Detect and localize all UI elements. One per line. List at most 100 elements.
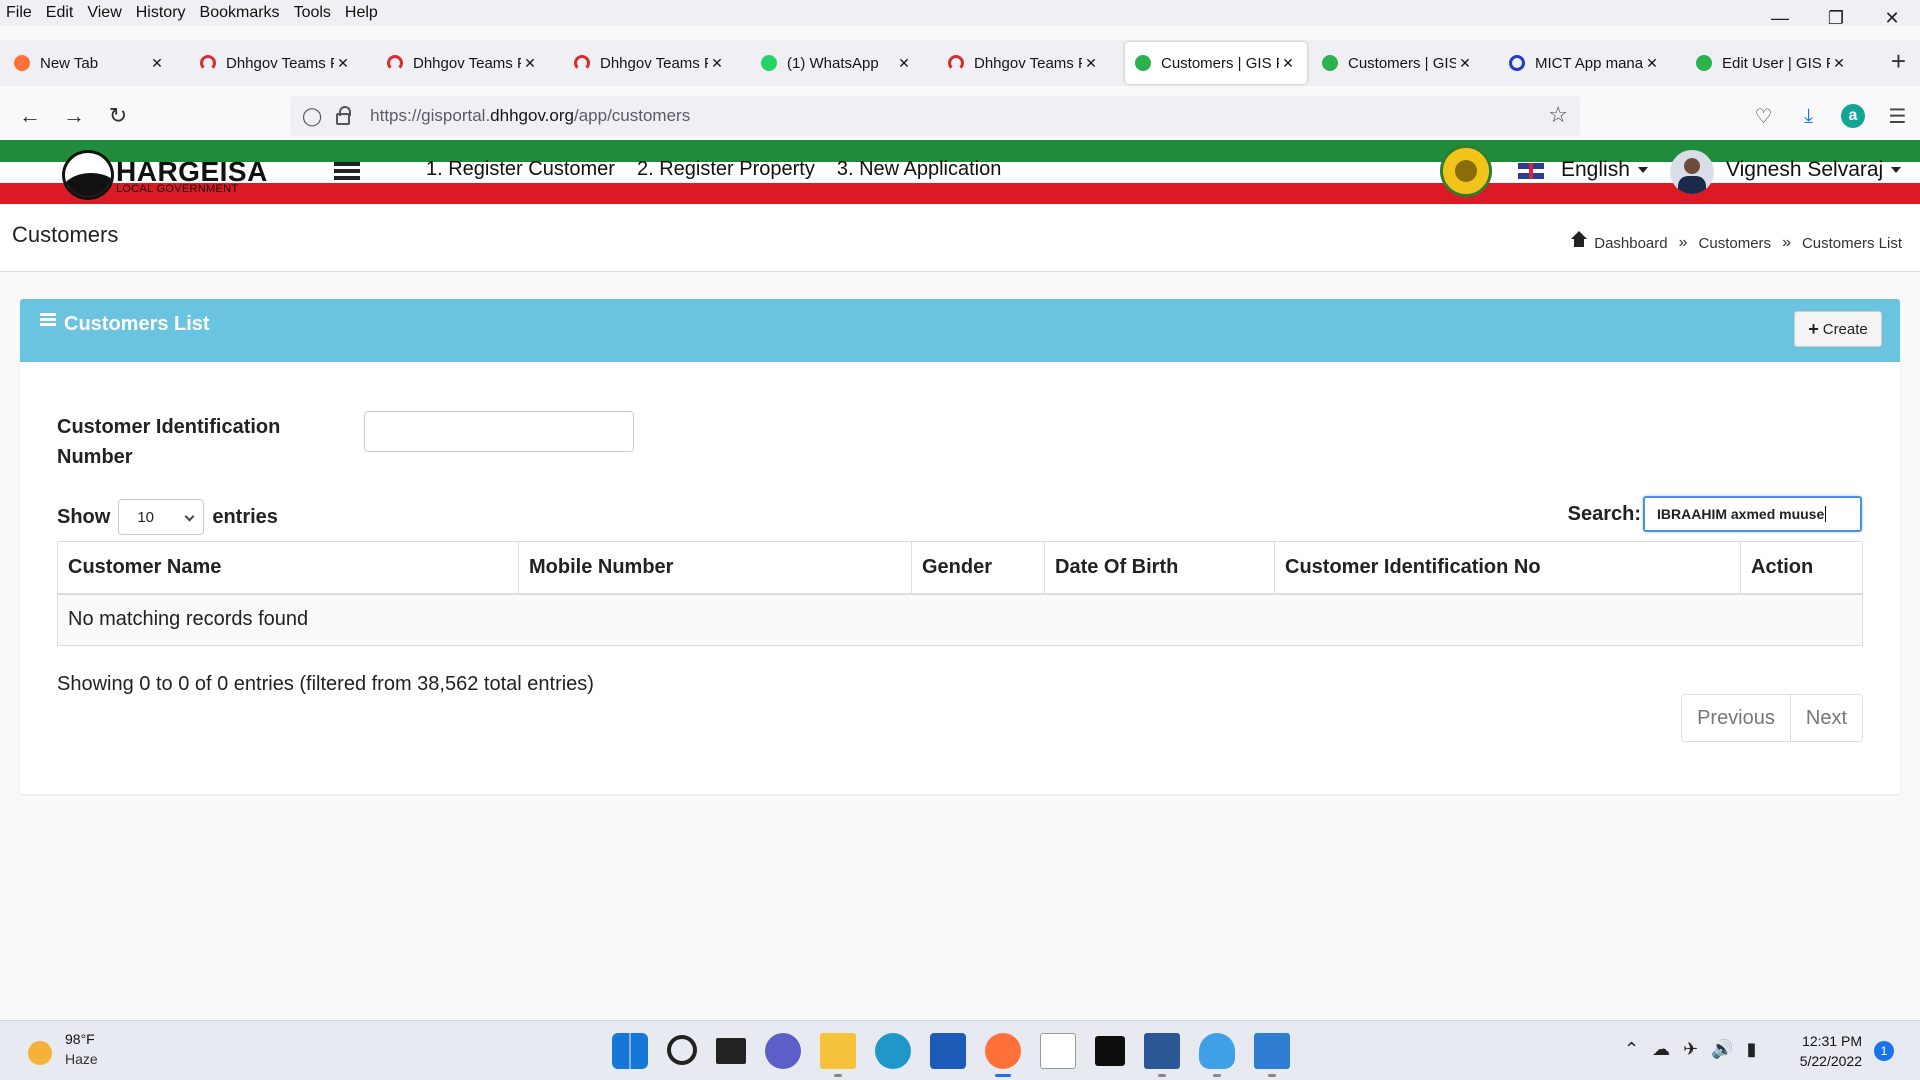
user-menu[interactable]: Vignesh Selvaraj: [1726, 158, 1902, 182]
battery-icon[interactable]: ▮: [1747, 1039, 1757, 1060]
page-title: Customers: [12, 222, 119, 247]
forward-icon[interactable]: →: [52, 96, 96, 136]
col-customer-id-no[interactable]: Customer Identification No: [1274, 541, 1741, 595]
menu-help[interactable]: Help: [345, 4, 378, 22]
weather-description[interactable]: Haze: [65, 1051, 98, 1067]
close-icon[interactable]: ✕: [334, 55, 352, 72]
entries-length: Show 10 entries: [57, 499, 278, 535]
col-gender[interactable]: Gender: [911, 541, 1045, 595]
table-info: Showing 0 to 0 of 0 entries (filtered fr…: [57, 673, 594, 695]
nav-register-customer[interactable]: 1. Register Customer: [426, 158, 615, 181]
airplane-icon[interactable]: ✈: [1683, 1039, 1698, 1060]
edge-icon[interactable]: [875, 1033, 911, 1069]
tab-customers[interactable]: Customers | GIS P ✕: [1312, 42, 1484, 84]
tab-new-tab[interactable]: New Tab ✕: [4, 42, 176, 84]
clock[interactable]: 12:31 PM 5/22/2022: [1790, 1031, 1862, 1071]
panel-header: Customers List + Create: [20, 299, 1900, 362]
url-path: /app/customers: [573, 106, 691, 125]
shield-icon[interactable]: ◯: [302, 106, 322, 127]
store-icon[interactable]: [930, 1033, 966, 1069]
create-button[interactable]: + Create: [1794, 311, 1882, 347]
empty-message: No matching records found: [57, 593, 1863, 646]
previous-button[interactable]: Previous: [1682, 695, 1790, 741]
account-icon[interactable]: a: [1841, 104, 1865, 128]
tab-dhhgov-teams[interactable]: Dhhgov Teams Po ✕: [377, 42, 549, 84]
close-icon[interactable]: ✕: [1456, 55, 1474, 72]
app-menu-icon[interactable]: ☰: [1875, 104, 1920, 129]
close-icon[interactable]: ✕: [708, 55, 726, 72]
next-button[interactable]: Next: [1789, 695, 1862, 741]
tab-dhhgov-teams[interactable]: Dhhgov Teams Po ✕: [190, 42, 362, 84]
new-tab-icon[interactable]: +: [1891, 46, 1906, 77]
tab-dhhgov-teams[interactable]: Dhhgov Teams Po ✕: [938, 42, 1110, 84]
lock-icon[interactable]: [336, 106, 352, 125]
close-icon[interactable]: ✕: [895, 55, 913, 72]
url-bar[interactable]: ◯ https://gisportal. dhhgov.org/app/custo…: [290, 96, 1580, 136]
notification-badge[interactable]: 1: [1874, 1041, 1894, 1061]
page-size-select[interactable]: 10: [118, 499, 205, 535]
close-icon[interactable]: ✕: [1279, 55, 1297, 72]
weather-temperature[interactable]: 98°F: [65, 1031, 95, 1047]
col-customer-name[interactable]: Customer Name: [57, 541, 519, 595]
nav-register-property[interactable]: 2. Register Property: [637, 158, 815, 181]
windows-start-icon[interactable]: [612, 1033, 648, 1069]
customer-id-input[interactable]: [364, 411, 634, 452]
download-icon[interactable]: ⤓: [1786, 105, 1831, 128]
customer-id-label: Customer Identification Number: [57, 416, 281, 468]
col-mobile-number[interactable]: Mobile Number: [518, 541, 912, 595]
tab-mict-app[interactable]: MICT App manag ✕: [1499, 42, 1671, 84]
pocket-icon[interactable]: ♡: [1741, 104, 1786, 129]
close-icon[interactable]: ✕: [148, 55, 166, 72]
close-icon[interactable]: ✕: [1643, 55, 1661, 72]
search-icon[interactable]: [667, 1035, 697, 1065]
back-icon[interactable]: ←: [8, 96, 52, 136]
tab-edit-user[interactable]: Edit User | GIS Po ✕: [1686, 42, 1858, 84]
menu-tools[interactable]: Tools: [294, 4, 331, 22]
menu-file[interactable]: File: [6, 4, 32, 22]
hargeisa-logo-icon[interactable]: [62, 150, 114, 200]
bookmark-star-icon[interactable]: ☆: [1548, 102, 1568, 128]
tab-title: Customers | GIS P: [1348, 54, 1456, 72]
volume-icon[interactable]: 🔊: [1711, 1039, 1733, 1060]
reload-icon[interactable]: ↻: [96, 96, 140, 136]
col-date-of-birth[interactable]: Date Of Birth: [1044, 541, 1275, 595]
close-window-icon[interactable]: ✕: [1864, 0, 1920, 36]
nav-new-application[interactable]: 3. New Application: [837, 158, 1002, 181]
col-action[interactable]: Action: [1740, 541, 1863, 595]
chat-icon[interactable]: [765, 1033, 801, 1069]
dropbox-icon[interactable]: [1095, 1036, 1125, 1066]
menu-bookmarks[interactable]: Bookmarks: [200, 4, 280, 22]
minimize-icon[interactable]: —: [1752, 0, 1808, 36]
language-selector[interactable]: English: [1561, 158, 1648, 182]
close-icon[interactable]: ✕: [521, 55, 539, 72]
uk-flag-icon[interactable]: [1518, 163, 1544, 179]
tab-dhhgov-teams[interactable]: Dhhgov Teams Po ✕: [564, 42, 736, 84]
maximize-icon[interactable]: ❐: [1808, 0, 1864, 36]
logo-subtext: LOCAL GOVERNMENT: [116, 183, 239, 195]
close-icon[interactable]: ✕: [1082, 55, 1100, 72]
menu-history[interactable]: History: [136, 4, 186, 22]
firefox-icon[interactable]: [985, 1033, 1021, 1077]
tab-whatsapp[interactable]: (1) WhatsApp ✕: [751, 42, 923, 84]
amazon-icon[interactable]: [1040, 1033, 1076, 1069]
window-controls: — ❐ ✕: [1752, 0, 1920, 36]
close-icon[interactable]: ✕: [1830, 55, 1848, 72]
task-view-icon[interactable]: [716, 1038, 746, 1064]
gis-icon: [1696, 55, 1712, 71]
hamburger-menu-icon[interactable]: [334, 162, 360, 180]
menu-view[interactable]: View: [87, 4, 121, 22]
breadcrumb-dashboard[interactable]: Dashboard: [1594, 235, 1667, 252]
lightbulb-icon[interactable]: [1199, 1033, 1235, 1077]
sun-haze-icon[interactable]: [28, 1041, 52, 1065]
photos-icon[interactable]: [1254, 1033, 1290, 1077]
avatar[interactable]: [1670, 150, 1714, 194]
file-explorer-icon[interactable]: [820, 1033, 856, 1077]
tab-customers-active[interactable]: Customers | GIS P ✕: [1125, 42, 1307, 84]
breadcrumb-customers[interactable]: Customers: [1699, 235, 1772, 252]
word-icon[interactable]: [1144, 1033, 1180, 1077]
mict-icon: [1509, 55, 1525, 71]
menu-edit[interactable]: Edit: [46, 4, 74, 22]
chevron-up-icon[interactable]: ⌃: [1624, 1039, 1639, 1060]
cloud-icon[interactable]: ☁: [1652, 1039, 1670, 1060]
search-input[interactable]: IBRAAHIM axmed muuse: [1643, 496, 1862, 532]
